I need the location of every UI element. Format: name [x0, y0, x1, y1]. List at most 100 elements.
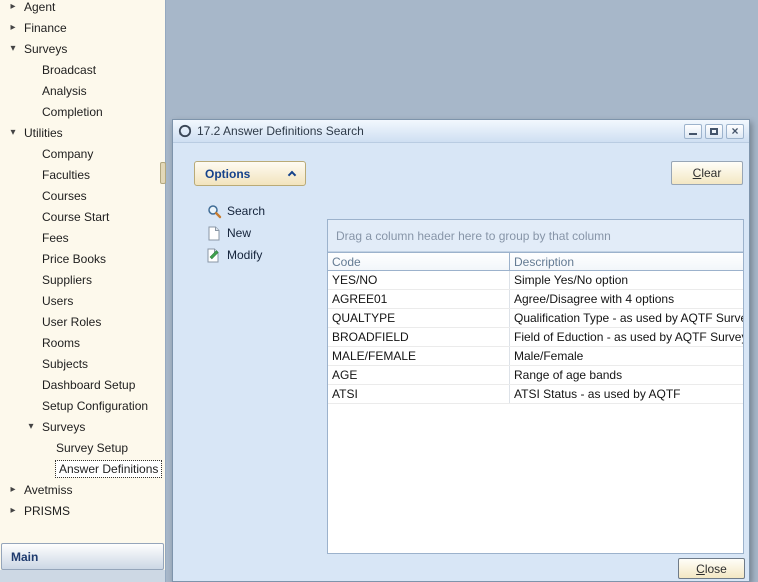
sidebar-item-label: Suppliers	[42, 273, 92, 287]
column-header-description[interactable]: Description	[510, 253, 743, 270]
group-by-hint-text: Drag a column header here to group by th…	[336, 229, 611, 243]
options-panel-toggle[interactable]: Options	[194, 161, 306, 186]
navigation-sidebar: ▸ Agent ▸Finance ▾ Surveys Broadcast Analy…	[0, 0, 166, 582]
sidebar-item-fees[interactable]: Fees	[0, 227, 165, 248]
table-row[interactable]: ATSI ATSI Status - as used by AQTF	[328, 385, 743, 404]
grid-header-row: Code Description	[328, 252, 743, 271]
sidebar-item-avetmiss[interactable]: ▸Avetmiss	[0, 479, 165, 500]
sidebar-item-label: PRISMS	[24, 504, 70, 518]
sidebar-item-label: Completion	[42, 105, 103, 119]
sidebar-item-surveys[interactable]: ▾ Surveys	[0, 38, 165, 59]
application-window: ▸ Agent ▸Finance ▾ Surveys Broadcast Analy…	[0, 0, 758, 582]
description-cell: Qualification Type - as used by AQTF Sur…	[510, 309, 743, 327]
table-row[interactable]: AGREE01 Agree/Disagree with 4 options	[328, 290, 743, 309]
new-document-icon	[205, 226, 223, 241]
code-cell: YES/NO	[328, 271, 510, 289]
sidebar-item-label: Price Books	[42, 252, 106, 266]
sidebar-item-label: Survey Setup	[56, 441, 128, 455]
chevron-right-icon: ▸	[6, 1, 20, 12]
sidebar-item-label: Analysis	[42, 84, 87, 98]
code-cell: MALE/FEMALE	[328, 347, 510, 365]
minimize-icon	[689, 133, 697, 135]
description-cell: Field of Eduction - as used by AQTF Surv…	[510, 328, 743, 346]
sidebar-item-rooms[interactable]: Rooms	[0, 332, 165, 353]
column-header-code[interactable]: Code	[328, 253, 510, 270]
sidebar-item-completion[interactable]: Completion	[0, 101, 165, 122]
sidebar-item-label: Surveys	[24, 42, 67, 56]
actions-panel: Search New	[205, 200, 265, 266]
sidebar-item-label: Broadcast	[42, 63, 96, 77]
sidebar-item-label: Subjects	[42, 357, 88, 371]
answer-definitions-search-dialog: 17.2 Answer Definitions Search × Options…	[172, 119, 750, 582]
sidebar-item-analysis[interactable]: Analysis	[0, 80, 165, 101]
sidebar-item-agent[interactable]: ▸ Agent	[0, 0, 165, 17]
table-row[interactable]: MALE/FEMALE Male/Female	[328, 347, 743, 366]
sidebar-item-setup-configuration[interactable]: Setup Configuration	[0, 395, 165, 416]
search-action[interactable]: Search	[205, 200, 265, 222]
answer-definitions-grid: Drag a column header here to group by th…	[327, 219, 744, 554]
dialog-title: 17.2 Answer Definitions Search	[197, 124, 681, 138]
table-row[interactable]: AGE Range of age bands	[328, 366, 743, 385]
chevron-down-icon: ▾	[6, 43, 20, 54]
group-by-drop-zone[interactable]: Drag a column header here to group by th…	[328, 220, 743, 252]
sidebar-item-survey-setup[interactable]: Survey Setup	[0, 437, 165, 458]
sidebar-item-faculties[interactable]: Faculties	[0, 164, 165, 185]
description-cell: Male/Female	[510, 347, 743, 365]
sidebar-item-label: Rooms	[42, 336, 80, 350]
description-cell: Range of age bands	[510, 366, 743, 384]
sidebar-item-utilities[interactable]: ▾Utilities	[0, 122, 165, 143]
sidebar-item-label: Setup Configuration	[42, 399, 148, 413]
sidebar-item-label: Utilities	[24, 126, 63, 140]
sidebar-item-label: Users	[42, 294, 73, 308]
sidebar-main-section-button[interactable]: Main	[1, 543, 164, 570]
chevron-right-icon: ▸	[6, 22, 20, 33]
minimize-button[interactable]	[684, 124, 702, 139]
sidebar-item-suppliers[interactable]: Suppliers	[0, 269, 165, 290]
sidebar-footer-strip	[0, 570, 165, 582]
new-action[interactable]: New	[205, 222, 265, 244]
close-window-button[interactable]: ×	[726, 124, 744, 139]
main-section-label: Main	[11, 550, 38, 564]
sidebar-item-price-books[interactable]: Price Books	[0, 248, 165, 269]
sidebar-item-broadcast[interactable]: Broadcast	[0, 59, 165, 80]
sidebar-item-finance[interactable]: ▸Finance	[0, 17, 165, 38]
sidebar-item-label: Dashboard Setup	[42, 378, 135, 392]
table-row[interactable]: YES/NO Simple Yes/No option	[328, 271, 743, 290]
description-cell: Simple Yes/No option	[510, 271, 743, 289]
navigation-tree: ▸ Agent ▸Finance ▾ Surveys Broadcast Analy…	[0, 0, 165, 521]
sidebar-item-label: Courses	[42, 189, 87, 203]
sidebar-item-subjects[interactable]: Subjects	[0, 353, 165, 374]
sidebar-item-courses[interactable]: Courses	[0, 185, 165, 206]
dialog-icon	[178, 124, 192, 138]
clear-button-label: Clear	[693, 166, 722, 180]
sidebar-item-course-start[interactable]: Course Start	[0, 206, 165, 227]
close-icon: ×	[731, 125, 738, 137]
modify-pencil-icon	[205, 248, 223, 263]
modify-action[interactable]: Modify	[205, 244, 265, 266]
clear-button[interactable]: Clear	[671, 161, 743, 185]
sidebar-item-prisms[interactable]: ▸PRISMS	[0, 500, 165, 521]
sidebar-splitter-grip[interactable]	[160, 162, 166, 184]
table-row[interactable]: BROADFIELD Field of Eduction - as used b…	[328, 328, 743, 347]
sidebar-item-label: Company	[42, 147, 93, 161]
sidebar-item-user-roles[interactable]: User Roles	[0, 311, 165, 332]
sidebar-item-answer-definitions[interactable]: Answer Definitions	[0, 458, 165, 479]
sidebar-item-dashboard-setup[interactable]: Dashboard Setup	[0, 374, 165, 395]
search-icon	[205, 204, 223, 219]
sidebar-item-label: Surveys	[42, 420, 85, 434]
maximize-button[interactable]	[705, 124, 723, 139]
sidebar-item-label: Faculties	[42, 168, 90, 182]
close-button-label: Close	[696, 562, 727, 576]
sidebar-item-users[interactable]: Users	[0, 290, 165, 311]
modify-action-label: Modify	[227, 248, 262, 262]
code-cell: ATSI	[328, 385, 510, 403]
code-cell: AGREE01	[328, 290, 510, 308]
chevron-right-icon: ▸	[6, 484, 20, 495]
sidebar-item-company[interactable]: Company	[0, 143, 165, 164]
dialog-titlebar[interactable]: 17.2 Answer Definitions Search ×	[173, 120, 749, 143]
close-button[interactable]: Close	[678, 558, 745, 579]
sidebar-item-label: Agent	[24, 0, 55, 14]
table-row[interactable]: QUALTYPE Qualification Type - as used by…	[328, 309, 743, 328]
sidebar-item-label: Course Start	[42, 210, 109, 224]
sidebar-item-surveys-nested[interactable]: ▾Surveys	[0, 416, 165, 437]
